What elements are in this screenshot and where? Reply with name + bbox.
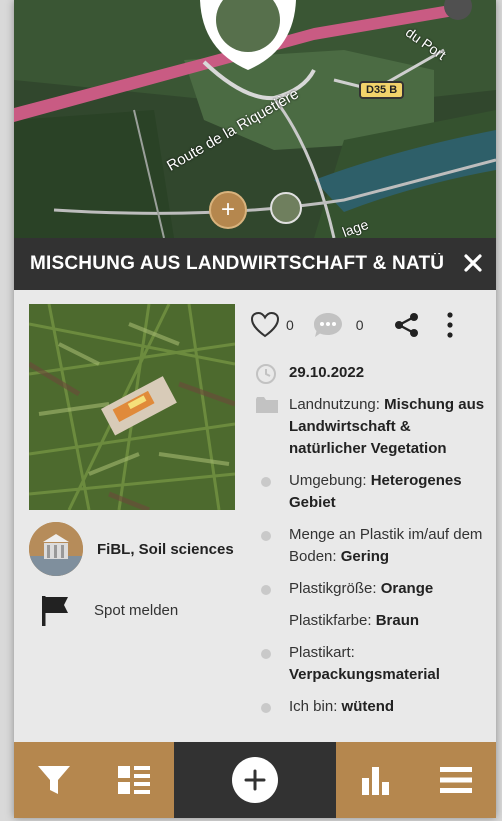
close-icon: [464, 254, 482, 272]
comment-count: 0: [355, 317, 364, 333]
add-spot-marker[interactable]: +: [209, 191, 247, 229]
nav-left-group: [14, 742, 174, 818]
grass-photo: [29, 304, 235, 510]
date-row: 29.10.2022: [255, 362, 485, 384]
size-label: Plastikgröße:: [289, 580, 381, 597]
bullet-icon: [261, 703, 271, 713]
bullet-icon: [261, 477, 271, 487]
type-label: Plastikart:: [289, 644, 355, 661]
menu-button[interactable]: [426, 750, 486, 810]
date-value: 29.10.2022: [289, 364, 365, 381]
amount-value: Gering: [340, 548, 390, 565]
close-button[interactable]: [460, 250, 486, 276]
filter-icon: [38, 766, 70, 794]
flag-icon: [42, 596, 68, 626]
spot-info: 29.10.2022 Landnutzung: Mischung aus Lan…: [255, 362, 485, 728]
like-count: 0: [286, 317, 294, 333]
report-spot-label: Spot melden: [94, 601, 179, 619]
spot-photo[interactable]: [29, 304, 235, 510]
map-view[interactable]: D35 B Route de la Riquetière du Port lag…: [14, 0, 496, 238]
surroundings-row: Umgebung: Heterogenes Gebiet: [255, 470, 485, 514]
photo-marker[interactable]: [270, 192, 302, 224]
color-row: Plastikfarbe: Braun: [255, 610, 485, 632]
filter-button[interactable]: [24, 750, 84, 810]
type-row: Plastikart: Verpackungsmaterial: [255, 642, 485, 686]
building-icon: [29, 522, 83, 576]
app-frame: D35 B Route de la Riquetière du Port lag…: [14, 0, 496, 818]
nav-center-group: [174, 742, 336, 818]
type-value: Verpackungsmaterial: [289, 666, 440, 683]
mood-row: Ich bin: wütend: [255, 696, 485, 718]
comment-icon: [313, 313, 342, 337]
detail-content[interactable]: FiBL, Soil sciences Spot melden 0 0 29.1…: [14, 290, 496, 742]
detail-title: MISCHUNG AUS LANDWIRTSCHAFT & NATÜRLICHE…: [30, 253, 444, 274]
land-use-label: Landnutzung:: [289, 396, 385, 413]
statistics-button[interactable]: [346, 750, 406, 810]
mood-value: wütend: [341, 698, 395, 715]
bullet-icon: [261, 531, 271, 541]
size-value: Orange: [380, 580, 434, 597]
bullet-icon: [261, 585, 271, 595]
color-label: Plastikfarbe:: [289, 612, 376, 629]
land-use-row: Landnutzung: Mischung aus Landwirtschaft…: [255, 394, 485, 460]
add-spot-button[interactable]: [225, 750, 285, 810]
bottom-navigation: [14, 742, 496, 818]
folder-icon: [256, 397, 278, 413]
comment-button[interactable]: 0: [312, 311, 364, 339]
organization[interactable]: FiBL, Soil sciences: [29, 522, 234, 576]
menu-icon: [440, 767, 472, 793]
surroundings-label: Umgebung:: [289, 472, 371, 489]
stats-icon: [362, 767, 389, 795]
share-icon: [394, 313, 418, 337]
list-icon: [118, 766, 150, 794]
clock-icon: [256, 364, 276, 384]
nav-right-group: [336, 742, 496, 818]
detail-header: MISCHUNG AUS LANDWIRTSCHAFT & NATÜRLICHE…: [14, 238, 496, 290]
plus-icon: [244, 769, 266, 791]
mood-label: Ich bin:: [289, 698, 342, 715]
amount-row: Menge an Plastik im/auf dem Boden: Gerin…: [255, 524, 485, 568]
add-icon: [232, 757, 278, 803]
organization-avatar: [29, 522, 83, 576]
like-button[interactable]: 0: [250, 311, 294, 339]
heart-icon: [250, 311, 280, 338]
size-row: Plastikgröße: Orange: [255, 578, 485, 600]
list-view-button[interactable]: [104, 750, 164, 810]
color-value: Braun: [375, 612, 420, 629]
report-spot-button[interactable]: Spot melden: [40, 594, 178, 626]
share-button[interactable]: [394, 312, 420, 338]
kebab-menu-icon: [446, 312, 453, 338]
action-bar: 0 0: [250, 308, 480, 342]
road-badge: D35 B: [359, 81, 405, 99]
bullet-icon: [261, 649, 271, 659]
more-options-button[interactable]: [446, 312, 454, 338]
organization-name: FiBL, Soil sciences: [97, 540, 234, 558]
